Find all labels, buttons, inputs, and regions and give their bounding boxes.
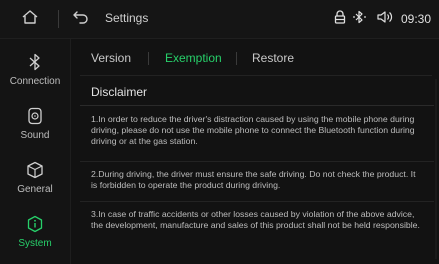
tab-restore[interactable]: Restore xyxy=(252,51,294,65)
sidebar-item-sound[interactable]: Sound xyxy=(0,97,70,151)
scrollbar[interactable] xyxy=(435,79,437,259)
paragraph-divider xyxy=(80,161,434,162)
tab-exemption[interactable]: Exemption xyxy=(165,51,222,65)
settings-screen: Settings 09:30 Connection Sound General … xyxy=(0,0,439,264)
sidebar-item-label: General xyxy=(17,184,53,195)
sidebar: Connection Sound General System xyxy=(0,39,70,264)
top-divider xyxy=(58,10,59,28)
main-panel: Version Exemption Restore Disclaimer 1.I… xyxy=(71,39,439,264)
cube-icon xyxy=(24,159,46,181)
status-area: 09:30 xyxy=(334,9,431,29)
bluetooth-icon xyxy=(24,51,46,73)
disclaimer-paragraph-2: 2.During driving, the driver must ensure… xyxy=(91,169,416,190)
sidebar-item-general[interactable]: General xyxy=(0,151,70,205)
tab-separator xyxy=(148,52,149,65)
volume-icon xyxy=(376,10,394,29)
back-button[interactable] xyxy=(70,9,92,29)
clock: 09:30 xyxy=(400,12,431,26)
tab-version[interactable]: Version xyxy=(91,51,131,65)
battery-lock-icon xyxy=(334,9,346,29)
paragraph-divider xyxy=(80,201,434,202)
home-icon xyxy=(21,9,39,30)
heading-divider xyxy=(80,105,434,106)
tab-divider xyxy=(80,75,432,76)
back-icon xyxy=(72,10,90,29)
home-button[interactable] xyxy=(2,5,58,33)
disclaimer-paragraph-1: 1.In order to reduce the driver's distra… xyxy=(91,114,415,146)
tab-bar: Version Exemption Restore xyxy=(71,39,439,75)
disclaimer-heading: Disclaimer xyxy=(91,85,148,99)
bluetooth-icon xyxy=(353,10,369,29)
page-title: Settings xyxy=(105,11,149,25)
tab-separator xyxy=(236,52,237,65)
sidebar-item-label: Sound xyxy=(20,130,50,141)
sidebar-item-label: System xyxy=(18,238,52,249)
top-bar: Settings 09:30 xyxy=(0,0,439,39)
sidebar-item-connection[interactable]: Connection xyxy=(0,43,70,97)
info-icon xyxy=(24,213,46,235)
sidebar-item-label: Connection xyxy=(9,76,61,87)
disclaimer-paragraph-3: 3.In case of traffic accidents or other … xyxy=(91,209,420,230)
sound-icon xyxy=(24,105,46,127)
sidebar-item-system[interactable]: System xyxy=(0,205,70,259)
